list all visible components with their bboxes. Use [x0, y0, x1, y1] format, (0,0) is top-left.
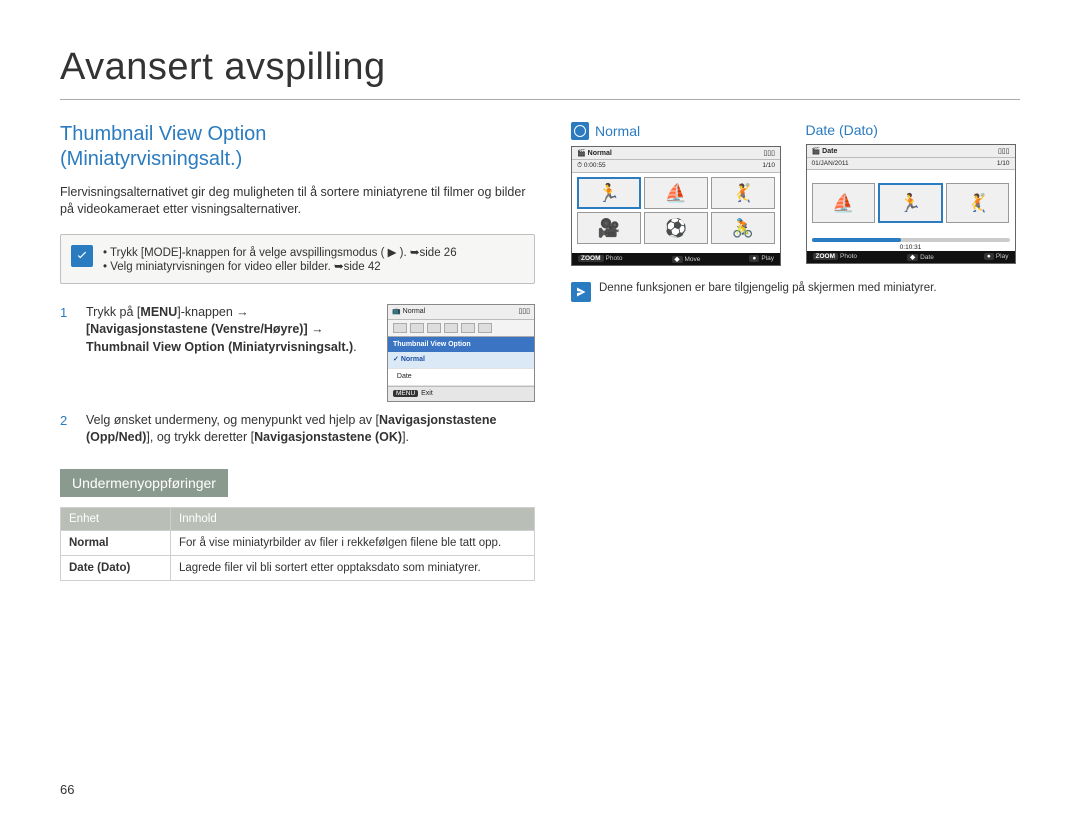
note-item-2: Velg miniatyrvisningen for video eller b…: [103, 259, 457, 273]
availability-note: Denne funksjonen er bare tilgjengelig på…: [571, 282, 1020, 302]
submenu-col-content: Innhold: [171, 507, 535, 530]
step2-text-c: ].: [402, 430, 409, 444]
date-top-label: Date: [822, 148, 837, 155]
step2-nav2: Navigasjonstastene (OK): [254, 430, 402, 444]
magnify-icon: [571, 122, 589, 140]
note-item-1: Trykk [MODE]-knappen for å velge avspill…: [103, 245, 457, 259]
normal-bot-play: Play: [761, 255, 774, 262]
section-heading-line1: Thumbnail View Option: [60, 123, 266, 145]
check-icon: [71, 245, 93, 267]
availability-text: Denne funksjonen er bare tilgjengelig på…: [599, 282, 937, 302]
thumbnail: 🏃: [577, 177, 641, 209]
normal-screenshot: 🎬 Normal ▯▯▯ ⏱ 0:00:55 1/10 🏃 ⛵ 🤾 🎥: [571, 146, 781, 266]
thumbnail: ⚽: [644, 212, 708, 244]
section-heading-line2: (Miniatyrvisningsalt.): [60, 148, 242, 170]
submenu-col-unit: Enhet: [61, 507, 171, 530]
precondition-note: Trykk [MODE]-knappen for å velge avspill…: [60, 234, 535, 284]
normal-counter: 1/10: [762, 162, 775, 170]
page-title: Avansert avspilling: [60, 46, 1020, 100]
mini-menu-header: Thumbnail View Option: [388, 337, 534, 353]
thumbnail: ⛵: [812, 183, 875, 223]
step-1: 1 Trykk på [MENU]-knappen → [Navigasjons…: [60, 304, 535, 402]
date-label: 01/JAN/2011: [812, 160, 849, 167]
mini-item-normal: ✓ Normal: [388, 352, 534, 369]
step-num-2: 2: [60, 412, 74, 447]
thumbnail: 🤾: [711, 177, 775, 209]
thumbnail: 🚴: [711, 212, 775, 244]
row-normal-val: For å vise miniatyrbilder av filer i rek…: [171, 530, 535, 555]
table-row: Date (Dato) Lagrede filer vil bli sorter…: [61, 555, 535, 580]
thumbnail: ⛵: [644, 177, 708, 209]
step-2: 2 Velg ønsket undermeny, og menypunkt ve…: [60, 412, 535, 447]
date-progress: [812, 238, 1010, 242]
table-row: Normal For å vise miniatyrbilder av file…: [61, 530, 535, 555]
row-normal-key: Normal: [61, 530, 171, 555]
row-date-key: Date (Dato): [61, 555, 171, 580]
step2-text-b: ], og trykk deretter [: [146, 430, 254, 444]
date-counter: 1/10: [997, 160, 1010, 167]
step1-menu-key: MENU: [140, 305, 177, 319]
step-num-1: 1: [60, 304, 74, 402]
normal-time: 0:00:55: [584, 162, 606, 169]
mini-top-label: Normal: [403, 308, 426, 315]
step1-nav-path: [Navigasjonstastene (Venstre/Høyre)] → T…: [86, 322, 353, 354]
date-title: Date (Dato): [806, 122, 878, 138]
normal-bot-photo: Photo: [606, 255, 623, 262]
date-bot-date: Date: [920, 254, 934, 261]
page-number: 66: [60, 782, 74, 797]
left-column: Thumbnail View Option (Miniatyrvisningsa…: [60, 122, 535, 581]
mini-icon-row: [388, 320, 534, 337]
date-bot-play: Play: [996, 253, 1009, 260]
thumbnail: 🎥: [577, 212, 641, 244]
thumbnail: 🤾: [946, 183, 1009, 223]
normal-bot-move: Move: [685, 256, 701, 263]
mini-item-date: Date: [388, 369, 534, 386]
right-column: Normal 🎬 Normal ▯▯▯ ⏱ 0:00:55 1/10 🏃: [571, 122, 1020, 581]
date-screenshot: 🎬 Date ▯▯▯ 01/JAN/2011 1/10 ⛵ 🏃 🤾: [806, 144, 1016, 264]
date-time: 0:10:31: [807, 244, 1015, 251]
normal-title: Normal: [595, 123, 640, 139]
date-bot-photo: Photo: [840, 253, 857, 260]
row-date-val: Lagrede filer vil bli sortert etter oppt…: [171, 555, 535, 580]
info-icon: [571, 282, 591, 302]
menu-screenshot: 📺 Normal ▯▯▯ Thumbnail View Option ✓ Nor…: [387, 304, 535, 402]
step1-text-a: Trykk på [: [86, 305, 140, 319]
submenu-heading: Undermenyoppføringer: [60, 469, 228, 497]
section-heading: Thumbnail View Option (Miniatyrvisningsa…: [60, 122, 535, 172]
section-intro: Flervisningsalternativet gir deg mulighe…: [60, 184, 535, 218]
mini-exit-row: MENUExit: [388, 386, 534, 401]
normal-top-label: Normal: [588, 150, 612, 157]
step2-text-a: Velg ønsket undermeny, og menypunkt ved …: [86, 413, 379, 427]
submenu-table: Enhet Innhold Normal For å vise miniatyr…: [60, 507, 535, 581]
step1-text-end: .: [353, 340, 356, 354]
step1-text-b: ]-knappen →: [177, 305, 249, 319]
thumbnail: 🏃: [878, 183, 943, 223]
